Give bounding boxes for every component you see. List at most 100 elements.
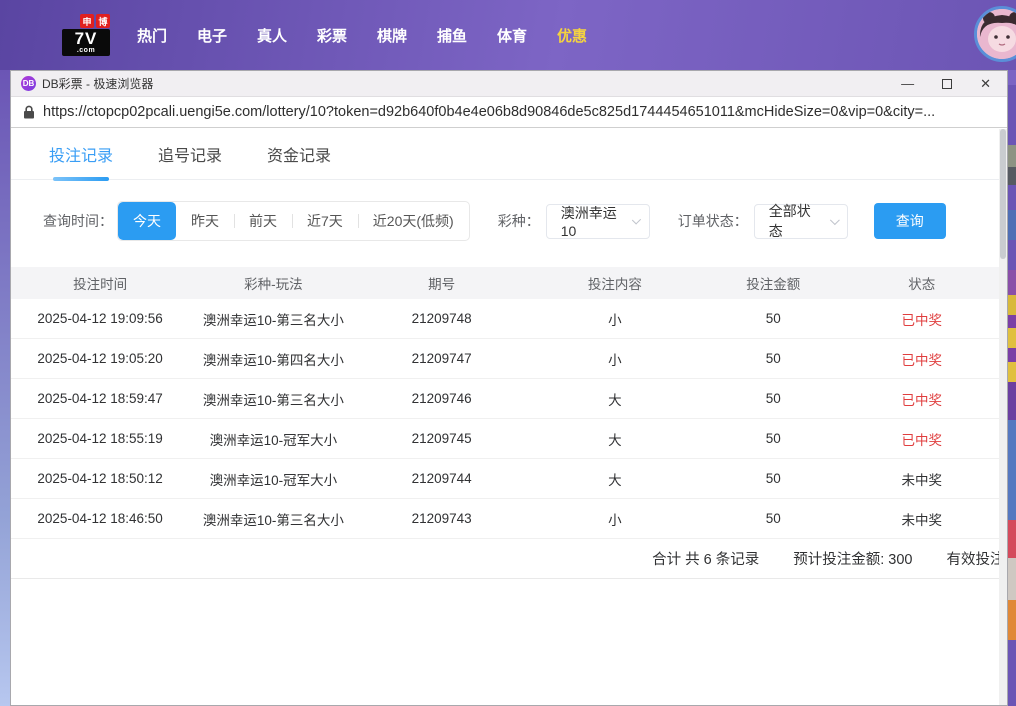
url-bar[interactable]: https://ctopcp02pcali.uengi5e.com/lotter…	[11, 97, 1007, 128]
search-button[interactable]: 查询	[873, 203, 946, 239]
nav-item-live[interactable]: 真人	[242, 25, 302, 46]
col-header-game: 彩种-玩法	[244, 277, 303, 292]
cell-amount: 50	[765, 511, 781, 526]
cell-time: 2025-04-12 18:55:19	[37, 431, 163, 446]
order-status-select[interactable]: 全部状态	[753, 203, 848, 239]
summary-bar: 合计 共 6 条记录 预计投注金额: 300 有效投注金	[11, 539, 1007, 579]
status-badge: 已中奖	[901, 352, 943, 368]
table-header-row: 投注时间 彩种-玩法 期号 投注内容 投注金额 状态	[11, 267, 1001, 299]
cell-content: 大	[608, 472, 622, 488]
cell-content: 大	[608, 392, 622, 408]
summary-total-records: 合计 共 6 条记录	[652, 552, 760, 568]
close-icon[interactable]: ✕	[980, 77, 991, 90]
status-badge: 已中奖	[901, 432, 943, 448]
window-controls: — ✕	[901, 77, 997, 90]
cell-issue: 21209745	[411, 431, 472, 446]
chevron-down-icon	[632, 214, 642, 225]
table-row: 2025-04-12 19:09:56 澳洲幸运10-第三名大小 2120974…	[11, 299, 1001, 339]
col-header-status: 状态	[908, 277, 936, 292]
nav-item-fishing[interactable]: 捕鱼	[422, 25, 482, 46]
site-logo[interactable]: 申 博 7V .com	[62, 14, 110, 56]
time-range-group: 今天 昨天 前天 近7天 近20天(低频)	[117, 201, 470, 241]
tab-chase-records[interactable]: 追号记录	[158, 142, 222, 166]
status-badge: 已中奖	[901, 312, 943, 328]
filter-bar: 查询时间： 今天 昨天 前天 近7天 近20天(低频) 彩种： 澳洲幸运10 订…	[11, 180, 1007, 257]
scrollbar-track[interactable]	[999, 129, 1007, 705]
time-option-today[interactable]: 今天	[118, 202, 176, 240]
logo-badge-shen: 申	[80, 14, 94, 28]
summary-expected-amount: 预计投注金额: 300	[793, 552, 913, 568]
cell-issue: 21209746	[411, 391, 472, 406]
logo-7v-text: 7V	[74, 29, 98, 48]
table-row: 2025-04-12 18:59:47 澳洲幸运10-第三名大小 2120974…	[11, 379, 1001, 419]
nav-item-cards[interactable]: 棋牌	[362, 25, 422, 46]
time-option-7days[interactable]: 近7天	[292, 202, 358, 240]
time-option-20days[interactable]: 近20天(低频)	[358, 202, 469, 240]
tab-fund-records[interactable]: 资金记录	[267, 142, 331, 166]
cell-issue: 21209747	[411, 351, 472, 366]
site-header: 申 博 7V .com 热门 电子 真人 彩票 棋牌 捕鱼 体育 优惠	[0, 0, 1016, 70]
status-badge: 已中奖	[901, 392, 943, 408]
cell-game: 澳洲幸运10-第四名大小	[202, 352, 344, 368]
col-header-time: 投注时间	[73, 277, 128, 292]
status-badge: 未中奖	[901, 472, 943, 488]
col-header-issue: 期号	[428, 277, 456, 292]
tab-bet-records[interactable]: 投注记录	[49, 142, 113, 166]
col-header-amount: 投注金额	[746, 277, 801, 292]
table-row: 2025-04-12 18:50:12 澳洲幸运10-冠军大小 21209744…	[11, 459, 1001, 499]
cell-time: 2025-04-12 19:09:56	[37, 311, 163, 326]
cell-amount: 50	[765, 431, 781, 446]
browser-window: DB DB彩票 - 极速浏览器 — ✕ https://ctopcp02pcal…	[10, 70, 1008, 706]
logo-badge-bo: 博	[96, 14, 110, 28]
db-favicon: DB	[21, 76, 36, 91]
cell-time: 2025-04-12 19:05:20	[37, 351, 163, 366]
cell-content: 大	[608, 432, 622, 448]
cell-content: 小	[608, 352, 622, 368]
minimize-icon[interactable]: —	[901, 77, 914, 90]
page-content: 投注记录 追号记录 资金记录 查询时间： 今天 昨天 前天 近7天 近20天(低…	[11, 128, 1007, 705]
time-option-daybefore[interactable]: 前天	[234, 202, 292, 240]
maximize-icon[interactable]	[942, 78, 953, 89]
status-select-value: 全部状态	[768, 203, 811, 239]
window-titlebar: DB DB彩票 - 极速浏览器 — ✕	[11, 71, 1007, 97]
page-edge-right	[1008, 70, 1016, 706]
scrollbar-thumb[interactable]	[1000, 129, 1006, 259]
cell-issue: 21209744	[411, 471, 472, 486]
nav-item-slots[interactable]: 电子	[182, 25, 242, 46]
bet-records-table: 投注时间 彩种-玩法 期号 投注内容 投注金额 状态 2025-04-12 19…	[11, 267, 1001, 539]
cell-game: 澳洲幸运10-冠军大小	[209, 432, 338, 448]
table-row: 2025-04-12 18:46:50 澳洲幸运10-第三名大小 2120974…	[11, 499, 1001, 539]
table-row: 2025-04-12 18:55:19 澳洲幸运10-冠军大小 21209745…	[11, 419, 1001, 459]
table-row: 2025-04-12 19:05:20 澳洲幸运10-第四名大小 2120974…	[11, 339, 1001, 379]
lottery-filter-label: 彩种：	[497, 213, 540, 229]
logo-mark: 7V .com	[62, 29, 110, 56]
cell-game: 澳洲幸运10-第三名大小	[202, 392, 344, 408]
cell-amount: 50	[765, 391, 781, 406]
time-option-yesterday[interactable]: 昨天	[176, 202, 234, 240]
cell-content: 小	[608, 512, 622, 528]
page-edge-left	[0, 70, 10, 706]
url-text: https://ctopcp02pcali.uengi5e.com/lotter…	[43, 104, 936, 120]
cell-time: 2025-04-12 18:50:12	[37, 471, 163, 486]
cell-amount: 50	[765, 311, 781, 326]
logo-com-text: .com	[76, 47, 96, 54]
time-filter-label: 查询时间：	[43, 213, 113, 229]
lottery-select[interactable]: 澳洲幸运10	[545, 203, 650, 239]
lock-icon	[24, 105, 34, 119]
col-header-content: 投注内容	[587, 277, 642, 292]
cell-time: 2025-04-12 18:59:47	[37, 391, 163, 406]
nav-item-promo[interactable]: 优惠	[542, 25, 602, 46]
window-title: DB彩票 - 极速浏览器	[42, 77, 154, 91]
cell-amount: 50	[765, 351, 781, 366]
nav-item-lottery[interactable]: 彩票	[302, 25, 362, 46]
user-avatar[interactable]	[974, 6, 1016, 62]
record-tabs: 投注记录 追号记录 资金记录	[11, 128, 1007, 180]
cell-game: 澳洲幸运10-第三名大小	[202, 312, 344, 328]
nav-item-hot[interactable]: 热门	[122, 25, 182, 46]
site-nav: 热门 电子 真人 彩票 棋牌 捕鱼 体育 优惠	[122, 25, 602, 46]
cell-amount: 50	[765, 471, 781, 486]
avatar-illustration	[977, 9, 1016, 59]
cell-issue: 21209743	[411, 511, 472, 526]
cell-content: 小	[608, 312, 622, 328]
nav-item-sports[interactable]: 体育	[482, 25, 542, 46]
